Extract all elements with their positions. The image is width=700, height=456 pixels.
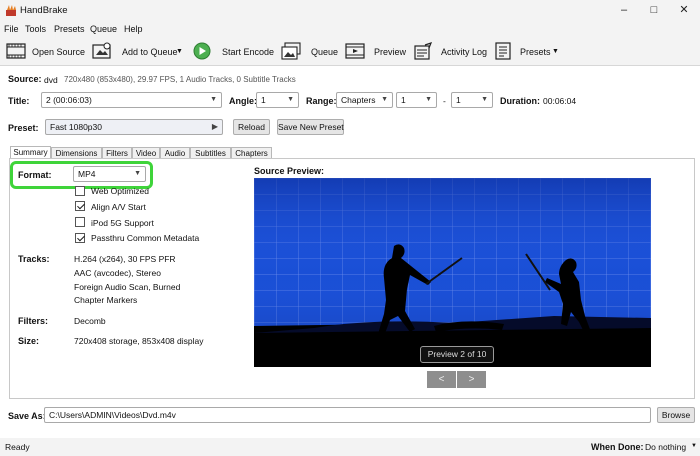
title-label: Title:	[8, 96, 30, 106]
size-value: 720x408 storage, 853x408 display	[74, 336, 204, 346]
preset-label: Preset:	[8, 123, 39, 133]
presets-icon[interactable]	[493, 42, 513, 60]
status-bar: Ready When Done: Do nothing ▼	[0, 438, 700, 456]
handbrake-logo-icon	[6, 5, 16, 16]
source-details: 720x480 (853x480), 29.97 FPS, 1 Audio Tr…	[64, 75, 296, 84]
ipod-5g-support-checkbox[interactable]	[75, 217, 85, 227]
passthru-metadata-checkbox[interactable]	[75, 233, 85, 243]
track-item: Foreign Audio Scan, Burned	[74, 282, 181, 292]
source-label: Source:	[8, 74, 42, 84]
chevron-down-icon: ▼	[210, 96, 217, 103]
range-type-select[interactable]: Chapters ▼	[336, 92, 393, 108]
close-button[interactable]: ✕	[670, 3, 698, 18]
chevron-down-icon: ▼	[481, 96, 488, 103]
reload-button[interactable]: Reload	[233, 119, 270, 135]
title-select[interactable]: 2 (00:06:03) ▼	[41, 92, 222, 108]
save-new-preset-button[interactable]: Save New Preset	[277, 119, 344, 135]
filters-label: Filters:	[18, 316, 49, 326]
save-as-label: Save As:	[8, 411, 46, 421]
presets-button[interactable]: Presets	[520, 47, 551, 57]
duration-label: Duration:	[500, 96, 540, 106]
chevron-down-icon: ▼	[381, 96, 388, 103]
tracks-label: Tracks:	[18, 254, 50, 264]
toolbar: Open Source Add to Queue ▼ Start Encode …	[0, 38, 700, 66]
web-optimized-checkbox[interactable]	[75, 186, 85, 196]
minimize-button[interactable]: –	[610, 3, 638, 18]
chevron-down-icon[interactable]: ▼	[176, 48, 183, 55]
menu-queue[interactable]: Queue	[90, 24, 117, 34]
angle-select[interactable]: 1 ▼	[256, 92, 299, 108]
ipod-5g-support-label: iPod 5G Support	[91, 218, 154, 228]
add-to-queue-icon[interactable]	[92, 42, 112, 60]
queue-icon[interactable]	[281, 42, 301, 60]
track-item: Chapter Markers	[74, 295, 138, 305]
activity-log-button[interactable]: Activity Log	[441, 47, 487, 57]
duration-value: 00:06:04	[543, 96, 577, 106]
range-label: Range:	[306, 96, 337, 106]
window-title: HandBrake	[20, 5, 68, 16]
angle-label: Angle:	[229, 96, 257, 106]
align-av-start-label: Align A/V Start	[91, 202, 146, 212]
menu-bar: File Tools Presets Queue Help	[0, 22, 700, 38]
preview-counter-badge: Preview 2 of 10	[420, 346, 494, 363]
preview-icon[interactable]	[345, 42, 365, 60]
menu-tools[interactable]: Tools	[25, 24, 46, 34]
source-preview-image	[254, 178, 651, 367]
track-item: AAC (avcodec), Stereo	[74, 268, 161, 278]
chevron-right-icon: ▶	[211, 122, 218, 131]
when-done-chevron-down-icon[interactable]: ▼	[691, 443, 697, 449]
format-highlight	[10, 161, 153, 189]
track-item: H.264 (x264), 30 FPS PFR	[74, 254, 176, 264]
preset-select[interactable]: Fast 1080p30 ▶	[45, 119, 223, 135]
previous-preview-button[interactable]: <	[427, 371, 456, 388]
range-end-select[interactable]: 1 ▼	[451, 92, 493, 108]
activity-log-icon[interactable]	[413, 42, 433, 60]
save-as-path-input[interactable]: C:\Users\ADMIN\Videos\Dvd.m4v	[44, 407, 651, 423]
start-encode-button[interactable]: Start Encode	[222, 47, 274, 57]
status-text: Ready	[5, 442, 30, 452]
open-source-button[interactable]: Open Source	[32, 47, 85, 57]
size-label: Size:	[18, 336, 40, 346]
passthru-metadata-label: Passthru Common Metadata	[91, 233, 200, 243]
next-preview-button[interactable]: >	[457, 371, 486, 388]
filters-value: Decomb	[74, 316, 106, 326]
menu-file[interactable]: File	[4, 24, 19, 34]
when-done-select[interactable]: Do nothing	[645, 442, 686, 452]
start-encode-icon[interactable]	[192, 42, 212, 60]
web-optimized-label: Web Optimized	[91, 186, 149, 196]
menu-presets[interactable]: Presets	[54, 24, 85, 34]
when-done-label: When Done:	[591, 442, 644, 452]
menu-help[interactable]: Help	[124, 24, 143, 34]
align-av-start-checkbox[interactable]	[75, 201, 85, 211]
queue-button[interactable]: Queue	[311, 47, 338, 57]
source-name: dvd	[44, 75, 58, 85]
open-source-icon[interactable]	[6, 42, 26, 60]
preview-button[interactable]: Preview	[374, 47, 406, 57]
source-preview-label: Source Preview:	[254, 166, 325, 176]
chevron-down-icon: ▼	[425, 96, 432, 103]
maximize-button[interactable]: □	[640, 3, 668, 18]
title-bar: HandBrake – □ ✕	[0, 0, 700, 22]
chevron-down-icon: ▼	[287, 96, 294, 103]
browse-button[interactable]: Browse	[657, 407, 695, 423]
add-to-queue-button[interactable]: Add to Queue	[122, 47, 178, 57]
range-separator: -	[443, 96, 446, 106]
presets-chevron-down-icon[interactable]: ▼	[552, 48, 559, 55]
range-start-select[interactable]: 1 ▼	[396, 92, 437, 108]
